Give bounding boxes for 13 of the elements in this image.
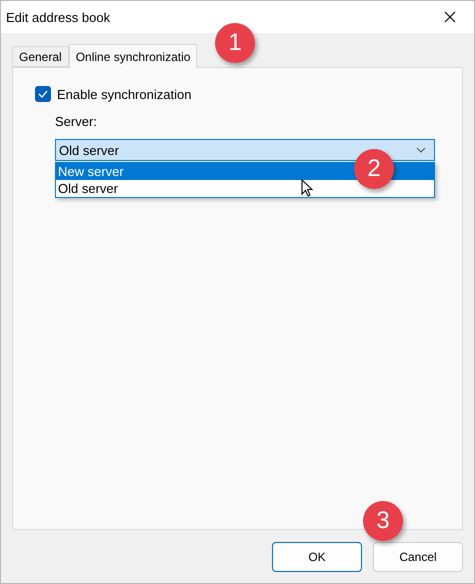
server-label: Server: xyxy=(55,114,98,129)
dropdown-option[interactable]: Old server xyxy=(56,180,434,197)
window-title: Edit address book xyxy=(6,10,110,24)
checkbox-label: Enable synchronization xyxy=(57,86,192,102)
close-icon xyxy=(444,11,456,23)
cancel-button[interactable]: Cancel xyxy=(373,542,463,572)
tab[interactable]: General xyxy=(12,46,69,67)
checkmark-icon xyxy=(38,90,48,98)
tab[interactable]: Online synchronizatio xyxy=(68,44,198,68)
step-badge: 1 xyxy=(215,23,255,63)
ok-button[interactable]: OK xyxy=(272,542,362,572)
chevron-icon xyxy=(416,147,426,153)
checkbox[interactable] xyxy=(35,86,51,102)
